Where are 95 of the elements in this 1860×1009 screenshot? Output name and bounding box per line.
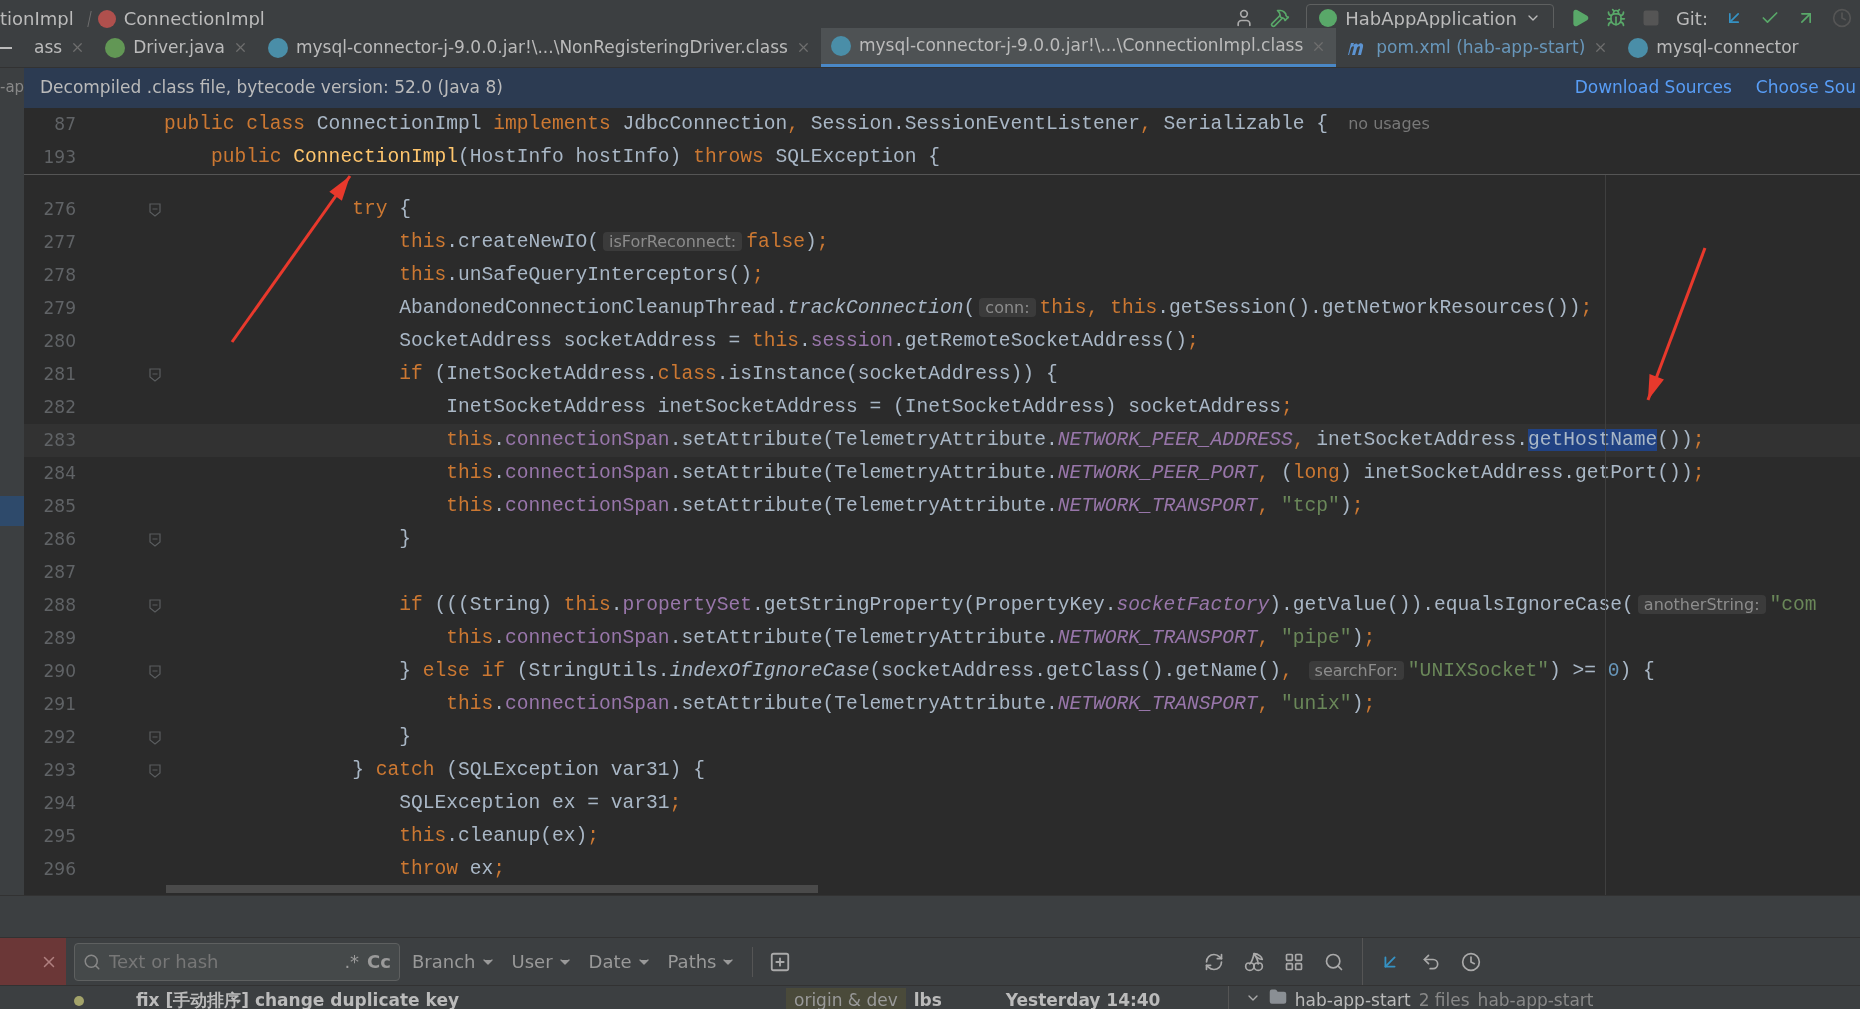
code-line: this.connectionSpan.setAttribute(TelemetryAttribute.NETWORK_PEER_ADDRESS, inetSocketAddress.getHostName());: [445, 430, 1705, 451]
code-line: if (((String) this.propertySet.getStringProperty(PropertyKey.socketFactory).getValue()).equalsIgnoreCase( anotherString: "com: [398, 595, 1817, 616]
banner-text: Decompiled .class file, bytecode version: 52.0 (Java 8): [40, 76, 503, 100]
folder-icon: [1268, 988, 1287, 1006]
banner-link[interactable]: Choose Sou: [1755, 75, 1856, 101]
hammer-icon[interactable]: [1270, 8, 1291, 28]
banner-link[interactable]: Download Sources: [1574, 75, 1732, 101]
inlay-hint: searchFor:: [1308, 660, 1404, 680]
inlay-hint: conn:: [979, 297, 1036, 317]
code-line: this.unSafeQueryInterceptors();: [398, 265, 764, 286]
code-line: public ConnectionImpl(HostInfo hostInfo) throws SQLException {: [210, 147, 941, 168]
code-line: InetSocketAddress inetSocketAddress = (InetSocketAddress) socketAddress;: [445, 397, 1293, 418]
line-number: 193: [42, 145, 76, 169]
refresh-icon[interactable]: [1204, 951, 1224, 972]
code-line: SQLException ex = var31;: [398, 793, 682, 814]
line-number: 287: [42, 560, 76, 584]
match-case-toggle[interactable]: Cc: [367, 948, 391, 975]
code-line: this.connectionSpan.setAttribute(TelemetryAttribute.NETWORK_PEER_PORT, (long) inetSocketAddress.getPort());: [445, 463, 1705, 484]
code-line: } else if (StringUtils.indexOfIgnoreCase(socketAddress.getClass().getName(), searchFor: "UNIXSocket") >= 0) {: [398, 661, 1655, 682]
code-line: this.connectionSpan.setAttribute(TelemetryAttribute.NETWORK_TRANSPORT, "tcp");: [445, 496, 1364, 517]
history-icon[interactable]: [1461, 951, 1481, 972]
line-number: 290: [42, 659, 76, 683]
git-label: Git:: [1675, 6, 1708, 28]
code-line: }: [398, 727, 411, 748]
line-number: 284: [42, 461, 76, 485]
line-number: 295: [42, 824, 76, 848]
class-icon: [1628, 37, 1649, 58]
file-count: 2 files: [1418, 989, 1470, 1009]
editor-tab[interactable]: mysql-connector-j-9.0.0.jar!\...\ConnectionImpl.class: [820, 28, 1337, 67]
app-icon: [1319, 9, 1338, 27]
side-panel-label[interactable]: -ap: [0, 76, 24, 99]
line-number: 296: [42, 857, 76, 881]
line-number: 87: [53, 112, 76, 136]
line-number: 278: [42, 263, 76, 287]
line-number: 293: [42, 758, 76, 782]
line-number: 286: [42, 527, 76, 551]
search-icon: [83, 952, 101, 971]
class-icon: [267, 37, 288, 58]
breadcrumb-item[interactable]: tionImpl: [0, 5, 74, 28]
method-icon: [97, 9, 116, 28]
code-line: throw ex;: [398, 859, 505, 880]
interface-icon: [105, 37, 126, 58]
inlay-hint: isForReconnect:: [603, 231, 743, 251]
line-number: 294: [42, 791, 76, 815]
code-line: SocketAddress socketAddress = this.session.getRemoteSocketAddress();: [398, 331, 1199, 352]
line-number: 285: [42, 494, 76, 518]
undo-icon[interactable]: [1421, 951, 1441, 972]
class-icon: [830, 36, 851, 56]
module-name[interactable]: hab-app-start: [1294, 988, 1411, 1009]
inlay-hint: anotherString:: [1637, 594, 1766, 614]
editor-tab[interactable]: ass: [24, 28, 96, 67]
commit-author: lbs: [913, 989, 943, 1009]
regex-toggle[interactable]: .*: [344, 948, 360, 975]
code-line: try {: [351, 199, 411, 220]
code-line: this.createNewIO( isForReconnect: false);: [398, 232, 829, 253]
filter-dropdown[interactable]: Paths: [667, 948, 737, 975]
search-icon[interactable]: [1324, 951, 1344, 972]
side-panel-marker: [0, 495, 24, 526]
commit-message[interactable]: fix [手动排序] change duplicate key: [136, 988, 786, 1009]
filter-dropdown[interactable]: Branch: [412, 948, 496, 975]
line-number: 279: [42, 296, 76, 320]
editor-tab[interactable]: pom.xml (hab-app-start): [1336, 28, 1619, 67]
branch-tag: origin & dev: [786, 988, 906, 1009]
filter-dropdown[interactable]: User: [511, 948, 573, 975]
code-line: public class ConnectionImpl implements JdbcConnection, Session.SessionEventListener, Serializable { no usages: [164, 114, 1430, 135]
cherry-pick-icon[interactable]: [1244, 951, 1264, 972]
line-number: 288: [42, 593, 76, 617]
usage-hint: no usages: [1348, 113, 1430, 133]
editor-tab[interactable]: Driver.java: [95, 28, 258, 67]
code-line: this.connectionSpan.setAttribute(TelemetryAttribute.NETWORK_TRANSPORT, "pipe");: [445, 628, 1376, 649]
filter-dropdown[interactable]: Date: [588, 948, 652, 975]
module-path: hab-app-start: [1477, 989, 1594, 1009]
line-number: 291: [42, 692, 76, 716]
grid-icon[interactable]: [1284, 951, 1304, 972]
code-line: AbandonedConnectionCleanupThread.trackConnection( conn: this, this.getSession().getNetworkResources());: [398, 298, 1593, 319]
line-number: 277: [42, 230, 76, 254]
line-number: 276: [42, 197, 76, 221]
tab-strip-dash: [0, 46, 12, 49]
line-number: 292: [42, 725, 76, 749]
commit-date: Yesterday 14:40: [1005, 989, 1162, 1009]
line-number: 282: [42, 395, 76, 419]
new-tab-icon[interactable]: [769, 950, 792, 973]
editor-tab[interactable]: mysql-connector: [1618, 28, 1809, 67]
breadcrumb-item[interactable]: ConnectionImpl: [123, 5, 265, 28]
horizontal-scrollbar[interactable]: [166, 885, 818, 893]
code-line: this.cleanup(ex);: [398, 826, 600, 847]
code-line: if (InetSocketAddress.class.isInstance(socketAddress)) {: [398, 364, 1058, 385]
debug-icon[interactable]: [1605, 8, 1626, 28]
line-number: 280: [42, 329, 76, 353]
code-line: this.connectionSpan.setAttribute(TelemetryAttribute.NETWORK_TRANSPORT, "unix");: [445, 694, 1376, 715]
line-number: 281: [42, 362, 76, 386]
editor-tab[interactable]: mysql-connector-j-9.0.0.jar!\...\NonRegisteringDriver.class: [257, 28, 821, 67]
code-line: }: [398, 529, 411, 550]
code-line: } catch (SQLException var31) {: [351, 760, 705, 781]
line-number: 289: [42, 626, 76, 650]
